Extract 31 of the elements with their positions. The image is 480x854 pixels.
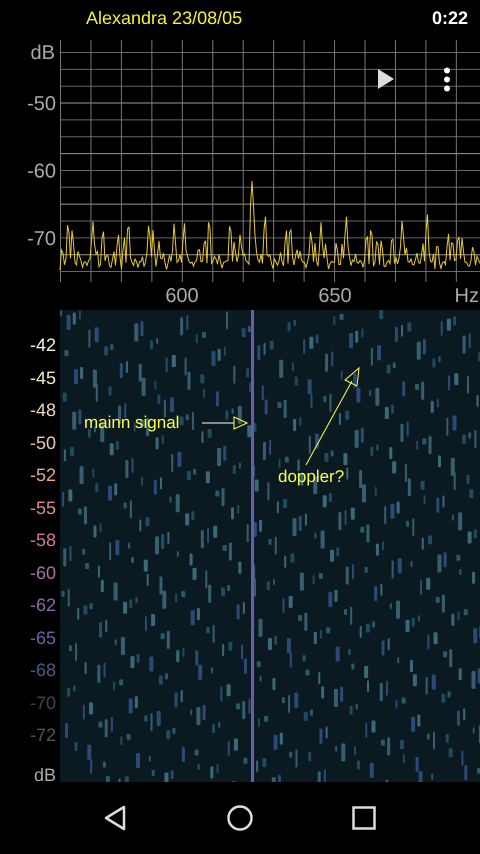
scale-label: -62 [30,594,56,617]
axis-label: 650 [318,285,352,307]
scale-label: -42 [30,334,56,357]
clock-time: 0:22 [432,8,468,29]
scale-label: -72 [30,724,56,747]
more-icon[interactable] [444,68,450,92]
axis-unit: dB [30,42,55,64]
scale-label: -65 [30,626,56,650]
home-icon[interactable] [226,804,254,832]
annotation-text: mainn signal [84,413,180,433]
scale-label: -50 [30,432,56,454]
scale-label: -45 [30,366,56,390]
axis-label: -50 [27,93,56,115]
play-icon[interactable] [378,69,394,89]
annotation-text: doppler? [278,467,344,487]
scale-label: -68 [30,659,56,682]
scale-label: -70 [30,692,56,714]
scale-unit: dB [34,764,56,786]
axis-label: -70 [27,228,56,250]
arrow-icon [304,367,362,467]
axis-label: -60 [27,160,56,182]
arrow-icon [202,415,248,431]
axis-unit: Hz [454,285,479,307]
recents-icon[interactable] [350,804,378,832]
scale-label: -48 [30,399,56,422]
status-title: Alexandra 23/08/05 [86,8,242,29]
scale-label: -58 [30,529,56,552]
scale-label: -60 [30,562,56,584]
scale-label: -55 [30,496,56,520]
axis-label: 600 [165,285,199,307]
scale-label: -52 [30,464,56,487]
